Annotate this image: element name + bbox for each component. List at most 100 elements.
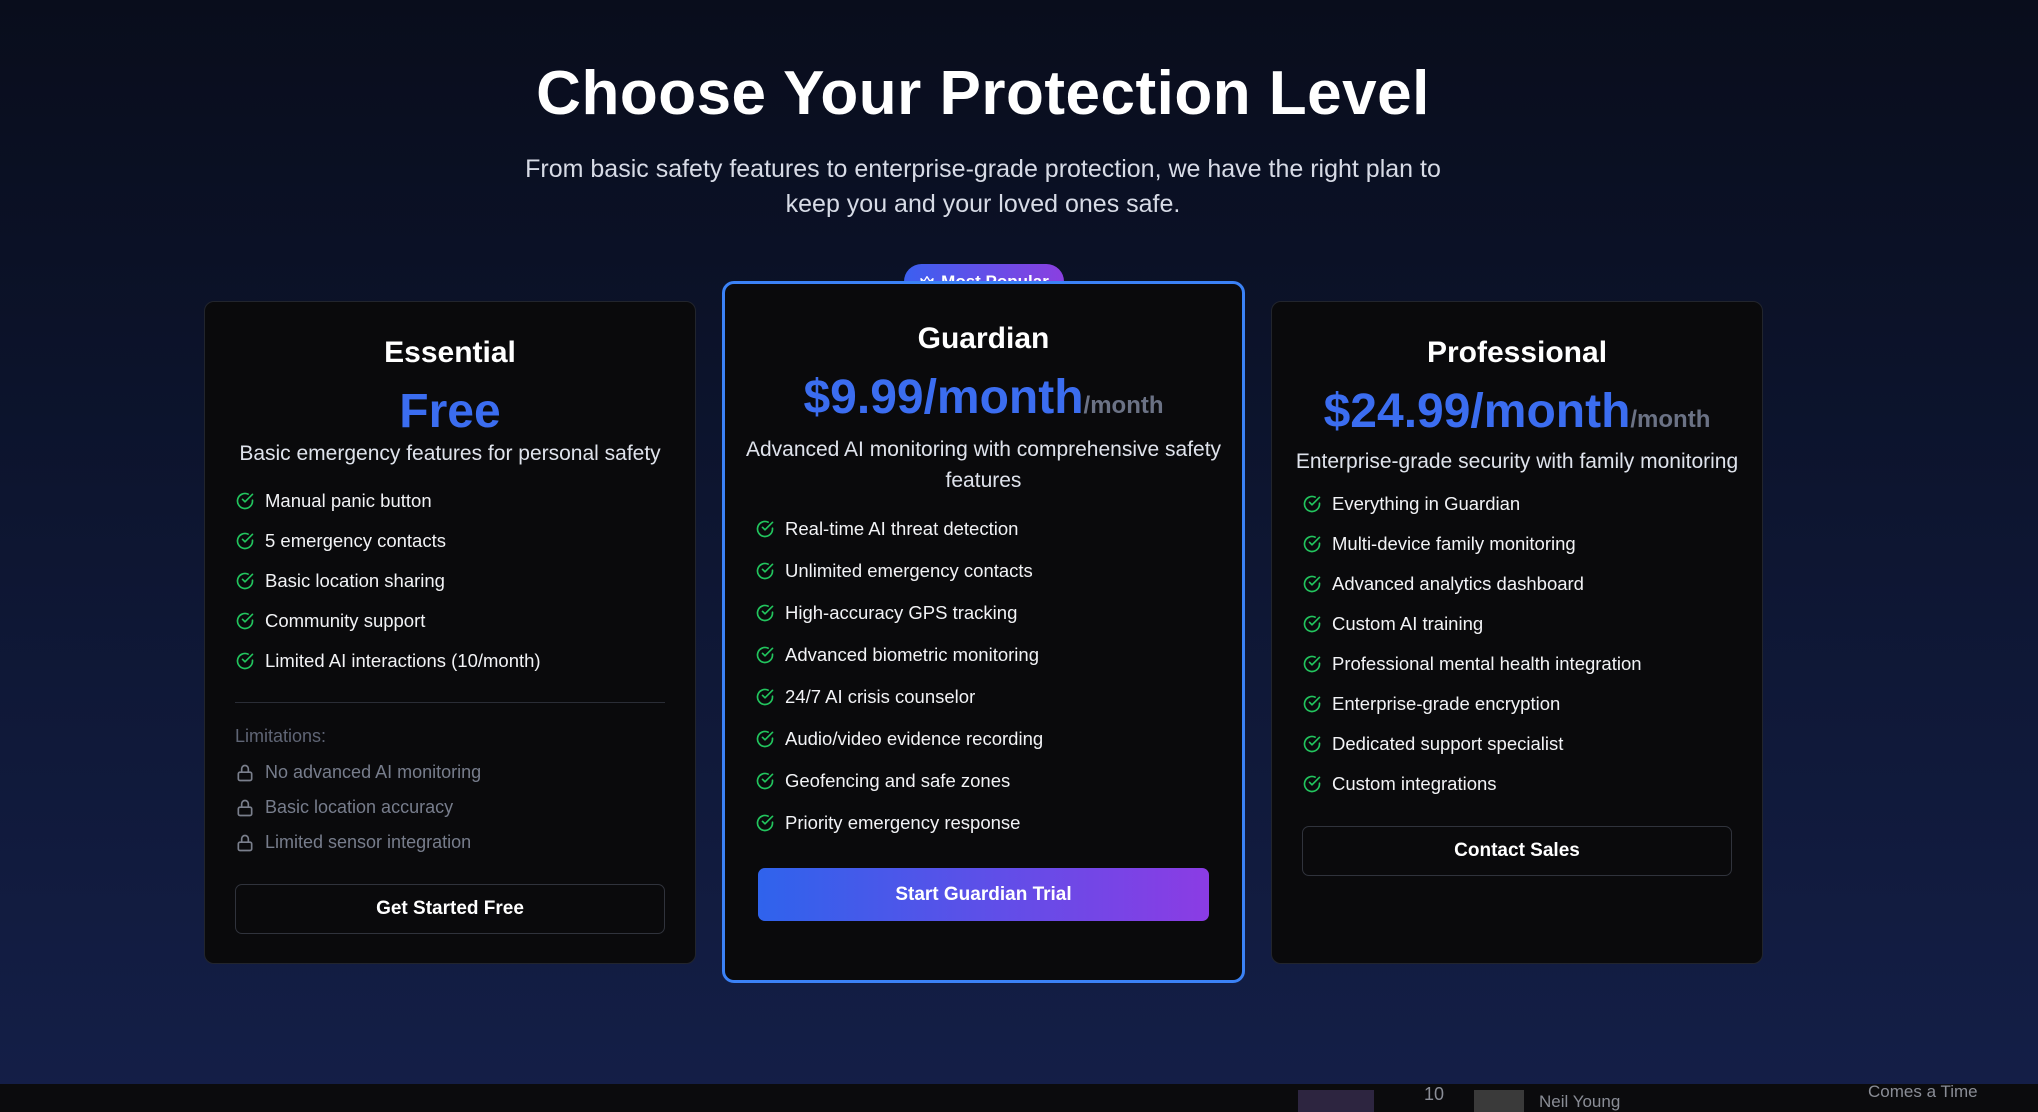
check-circle-icon	[236, 572, 254, 590]
feature-item: Everything in Guardian	[1302, 484, 1642, 524]
check-circle-icon	[756, 646, 774, 664]
check-circle-icon	[1303, 535, 1321, 553]
feature-item: Advanced analytics dashboard	[1302, 564, 1642, 604]
contact-sales-button[interactable]: Contact Sales	[1302, 826, 1732, 876]
feature-label: Custom AI training	[1332, 613, 1484, 634]
plan-card-guardian: Guardian $9.99/month/month Advanced AI m…	[722, 281, 1245, 983]
feature-label: Geofencing and safe zones	[785, 770, 1011, 791]
feature-item: Unlimited emergency contacts	[755, 550, 1043, 592]
feature-item: Dedicated support specialist	[1302, 724, 1642, 764]
check-circle-icon	[1303, 695, 1321, 713]
feature-label: Community support	[265, 610, 426, 631]
page-subtitle: From basic safety features to enterprise…	[525, 155, 1441, 218]
feature-label: Multi-device family monitoring	[1332, 533, 1576, 554]
limitation-item: Basic location accuracy	[235, 790, 481, 825]
feature-label: Professional mental health integration	[1332, 653, 1642, 674]
feature-list: Real-time AI threat detection Unlimited e…	[755, 508, 1043, 844]
feature-label: Priority emergency response	[785, 812, 1021, 833]
track-number: 10	[1424, 1084, 1445, 1104]
check-circle-icon	[236, 492, 254, 510]
check-circle-icon	[1303, 775, 1321, 793]
feature-item: Limited AI interactions (10/month)	[235, 641, 541, 681]
price-period: /month	[1630, 406, 1711, 433]
feature-item: 24/7 AI crisis counselor	[755, 676, 1043, 718]
plan-price: $9.99/month/month	[803, 371, 1164, 424]
check-circle-icon	[236, 532, 254, 550]
song-title: Comes a Time	[1868, 1084, 1978, 1101]
feature-label: Custom integrations	[1332, 773, 1497, 794]
feature-label: Real-time AI threat detection	[785, 518, 1019, 539]
feature-item: Multi-device family monitoring	[1302, 524, 1642, 564]
check-circle-icon	[1303, 495, 1321, 513]
check-circle-icon	[756, 730, 774, 748]
check-circle-icon	[236, 652, 254, 670]
feature-item: Manual panic button	[235, 481, 541, 521]
check-circle-icon	[756, 562, 774, 580]
limitation-label: No advanced AI monitoring	[265, 762, 482, 782]
feature-label: Limited AI interactions (10/month)	[265, 650, 541, 671]
divider	[235, 702, 665, 703]
feature-label: Advanced biometric monitoring	[785, 644, 1039, 665]
limitation-label: Basic location accuracy	[265, 797, 454, 817]
plan-description: Advanced AI monitoring with comprehensiv…	[745, 438, 1222, 492]
feature-list: Everything in Guardian Multi-device famil…	[1302, 484, 1642, 804]
page-title: Choose Your Protection Level	[536, 59, 1430, 128]
feature-item: Custom AI training	[1302, 604, 1642, 644]
get-started-free-button[interactable]: Get Started Free	[235, 884, 665, 934]
feature-list: Manual panic button 5 emergency contacts B…	[235, 481, 541, 681]
feature-item: Real-time AI threat detection	[755, 508, 1043, 550]
feature-item: Community support	[235, 601, 541, 641]
check-circle-icon	[756, 772, 774, 790]
check-circle-icon	[1303, 655, 1321, 673]
feature-item: Geofencing and safe zones	[755, 760, 1043, 802]
feature-item: Custom integrations	[1302, 764, 1642, 804]
feature-label: 24/7 AI crisis counselor	[785, 686, 976, 707]
feature-label: 5 emergency contacts	[265, 530, 446, 551]
feature-item: Basic location sharing	[235, 561, 541, 601]
lock-icon	[237, 764, 253, 781]
artist-name: Neil Young	[1539, 1092, 1621, 1111]
price-period: /month	[1083, 392, 1164, 419]
album-thumbnail	[1298, 1090, 1374, 1112]
bottom-media-strip: 10 Neil Young Comes a Time	[0, 1084, 2038, 1112]
plan-name: Essential	[384, 336, 516, 369]
check-circle-icon	[1303, 575, 1321, 593]
limitations-title: Limitations:	[235, 726, 327, 746]
feature-label: Everything in Guardian	[1332, 493, 1521, 514]
check-circle-icon	[756, 520, 774, 538]
plan-name: Professional	[1426, 336, 1608, 369]
feature-label: Audio/video evidence recording	[785, 728, 1044, 749]
plan-card-essential: Essential Free Basic emergency features …	[204, 301, 696, 964]
check-circle-icon	[756, 604, 774, 622]
limitations-list: No advanced AI monitoring Basic location …	[235, 755, 481, 860]
check-circle-icon	[236, 612, 254, 630]
feature-label: Manual panic button	[265, 490, 432, 511]
album-thumbnail	[1474, 1090, 1524, 1112]
limitation-item: Limited sensor integration	[235, 825, 481, 860]
feature-item: Enterprise-grade encryption	[1302, 684, 1642, 724]
plan-price: Free	[399, 385, 501, 438]
feature-label: Basic location sharing	[265, 570, 445, 591]
check-circle-icon	[1303, 615, 1321, 633]
plan-price: $24.99/month/month	[1323, 385, 1711, 438]
feature-label: High-accuracy GPS tracking	[785, 602, 1018, 623]
lock-icon	[237, 799, 253, 816]
feature-item: Professional mental health integration	[1302, 644, 1642, 684]
feature-item: Priority emergency response	[755, 802, 1043, 844]
plan-description: Enterprise-grade security with family mo…	[1295, 450, 1739, 473]
feature-item: High-accuracy GPS tracking	[755, 592, 1043, 634]
feature-label: Advanced analytics dashboard	[1332, 573, 1584, 594]
plan-card-professional: Professional $24.99/month/month Enterpri…	[1271, 301, 1763, 964]
plan-name: Guardian	[917, 322, 1050, 355]
check-circle-icon	[756, 814, 774, 832]
lock-icon	[237, 834, 253, 851]
feature-label: Unlimited emergency contacts	[785, 560, 1033, 581]
check-circle-icon	[756, 688, 774, 706]
feature-item: Audio/video evidence recording	[755, 718, 1043, 760]
feature-label: Dedicated support specialist	[1332, 733, 1564, 754]
plan-description: Basic emergency features for personal sa…	[239, 442, 661, 465]
limitation-label: Limited sensor integration	[265, 832, 472, 852]
start-guardian-trial-button[interactable]: Start Guardian Trial	[758, 868, 1209, 921]
feature-item: Advanced biometric monitoring	[755, 634, 1043, 676]
feature-item: 5 emergency contacts	[235, 521, 541, 561]
